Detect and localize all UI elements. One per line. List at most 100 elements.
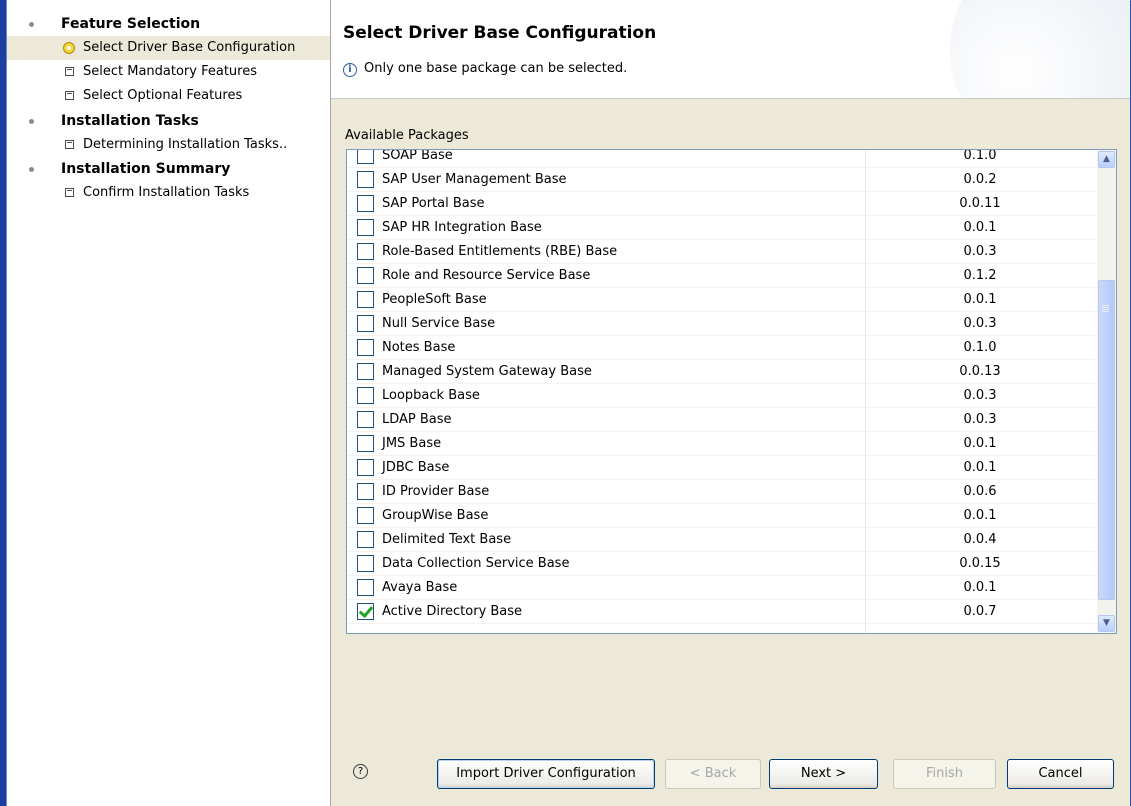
table-row[interactable]: SAP User Management Base 0.0.2 bbox=[347, 168, 1097, 192]
package-version: 0.0.3 bbox=[963, 412, 997, 427]
package-checkbox[interactable] bbox=[357, 150, 374, 164]
nav-group-title: Installation Summary bbox=[61, 161, 231, 177]
package-checkbox[interactable] bbox=[357, 435, 374, 452]
package-name: GroupWise Base bbox=[382, 508, 489, 523]
package-checkbox[interactable] bbox=[357, 387, 374, 404]
scrollbar-grip bbox=[1102, 305, 1109, 306]
table-row[interactable]: SAP Portal Base 0.0.11 bbox=[347, 192, 1097, 216]
package-version: 0.1.0 bbox=[963, 149, 997, 163]
import-driver-configuration-button[interactable]: Import Driver Configuration bbox=[437, 759, 655, 789]
nav-group-installation-summary[interactable]: Installation Summary bbox=[7, 157, 330, 181]
package-name: Role-Based Entitlements (RBE) Base bbox=[382, 244, 618, 259]
package-name: Data Collection Service Base bbox=[382, 556, 570, 571]
table-row[interactable]: JDBC Base 0.0.1 bbox=[347, 456, 1097, 480]
package-name: Role and Resource Service Base bbox=[382, 268, 591, 283]
nav-item-select-mandatory-features[interactable]: Select Mandatory Features bbox=[7, 60, 330, 84]
table-row[interactable]: ID Provider Base 0.0.6 bbox=[347, 480, 1097, 504]
scroll-up-icon[interactable]: ▲ bbox=[1098, 151, 1115, 168]
package-version: 0.0.1 bbox=[963, 460, 997, 475]
package-name: Null Service Base bbox=[382, 316, 496, 331]
nav-item-select-optional-features[interactable]: Select Optional Features bbox=[7, 84, 330, 108]
package-checkbox[interactable] bbox=[357, 243, 374, 260]
page-title: Select Driver Base Configuration bbox=[343, 23, 657, 43]
nav-item-select-driver-base-configuration[interactable]: Select Driver Base Configuration bbox=[7, 36, 330, 60]
package-checkbox[interactable] bbox=[357, 195, 374, 212]
package-name: Active Directory Base bbox=[382, 604, 523, 619]
table-row[interactable]: GroupWise Base 0.0.1 bbox=[347, 504, 1097, 528]
table-row[interactable]: Role and Resource Service Base 0.1.2 bbox=[347, 264, 1097, 288]
table-row[interactable]: Data Collection Service Base 0.0.15 bbox=[347, 552, 1097, 576]
table-row[interactable]: Managed System Gateway Base 0.0.13 bbox=[347, 360, 1097, 384]
next-button[interactable]: Next > bbox=[769, 759, 878, 789]
package-version: 0.0.4 bbox=[963, 532, 997, 547]
wizard-nav-tree: Feature Selection Select Driver Base Con… bbox=[7, 0, 331, 806]
package-version: 0.0.11 bbox=[959, 196, 1001, 211]
package-name: JDBC Base bbox=[382, 460, 450, 475]
package-checkbox[interactable] bbox=[357, 267, 374, 284]
empty-row bbox=[347, 624, 1097, 633]
package-checkbox[interactable] bbox=[357, 291, 374, 308]
package-checkbox[interactable] bbox=[357, 555, 374, 572]
finish-button[interactable]: Finish bbox=[893, 759, 996, 789]
nav-group-feature-selection[interactable]: Feature Selection bbox=[7, 12, 330, 36]
table-row[interactable]: Delimited Text Base 0.0.4 bbox=[347, 528, 1097, 552]
package-checkbox[interactable] bbox=[357, 171, 374, 188]
table-row[interactable]: Role-Based Entitlements (RBE) Base 0.0.3 bbox=[347, 240, 1097, 264]
cancel-button[interactable]: Cancel bbox=[1007, 759, 1114, 789]
package-checkbox[interactable] bbox=[357, 603, 374, 620]
table-row[interactable]: SAP HR Integration Base 0.0.1 bbox=[347, 216, 1097, 240]
package-version: 0.0.1 bbox=[963, 292, 997, 307]
package-checkbox[interactable] bbox=[357, 483, 374, 500]
info-icon: i bbox=[343, 63, 357, 77]
page-icon bbox=[65, 188, 74, 197]
table-row[interactable]: Loopback Base 0.0.3 bbox=[347, 384, 1097, 408]
nav-item-label: Select Driver Base Configuration bbox=[83, 40, 296, 55]
nav-group-title: Installation Tasks bbox=[61, 113, 199, 129]
package-checkbox[interactable] bbox=[357, 579, 374, 596]
package-name: SOAP Base bbox=[382, 149, 453, 163]
package-checkbox[interactable] bbox=[357, 219, 374, 236]
packages-table[interactable]: SOAP Base 0.1.0 SAP User Management Base 0.… bbox=[346, 149, 1117, 634]
scroll-down-icon[interactable]: ▼ bbox=[1098, 615, 1115, 632]
table-row[interactable]: SOAP Base 0.1.0 bbox=[347, 149, 1097, 168]
table-row[interactable]: JMS Base 0.0.1 bbox=[347, 432, 1097, 456]
package-version: 0.0.15 bbox=[959, 556, 1001, 571]
package-checkbox[interactable] bbox=[357, 339, 374, 356]
table-row[interactable]: LDAP Base 0.0.3 bbox=[347, 408, 1097, 432]
package-checkbox[interactable] bbox=[357, 411, 374, 428]
group-bullet-icon bbox=[29, 167, 34, 172]
package-name: PeopleSoft Base bbox=[382, 292, 487, 307]
table-row[interactable]: PeopleSoft Base 0.0.1 bbox=[347, 288, 1097, 312]
package-checkbox[interactable] bbox=[357, 531, 374, 548]
package-version: 0.1.0 bbox=[963, 340, 997, 355]
package-name: SAP User Management Base bbox=[382, 172, 567, 187]
table-row[interactable]: Avaya Base 0.0.1 bbox=[347, 576, 1097, 600]
package-version: 0.0.7 bbox=[963, 604, 997, 619]
package-version: 0.0.1 bbox=[963, 580, 997, 595]
group-bullet-icon bbox=[29, 22, 34, 27]
nav-group-title: Feature Selection bbox=[61, 16, 201, 32]
package-checkbox[interactable] bbox=[357, 363, 374, 380]
table-row[interactable]: Notes Base 0.1.0 bbox=[347, 336, 1097, 360]
page-icon bbox=[65, 67, 74, 76]
package-version: 0.0.1 bbox=[963, 508, 997, 523]
package-name: Notes Base bbox=[382, 340, 456, 355]
nav-group-installation-tasks[interactable]: Installation Tasks bbox=[7, 109, 330, 133]
package-name: SAP HR Integration Base bbox=[382, 220, 542, 235]
package-checkbox[interactable] bbox=[357, 507, 374, 524]
page-icon bbox=[65, 91, 74, 100]
vertical-scrollbar[interactable]: ▲ ▼ bbox=[1097, 150, 1116, 633]
nav-item-determining-installation-tasks[interactable]: Determining Installation Tasks.. bbox=[7, 133, 330, 157]
nav-item-confirm-installation-tasks[interactable]: Confirm Installation Tasks bbox=[7, 181, 330, 205]
header-decoration bbox=[950, 0, 1130, 98]
table-row[interactable]: Null Service Base 0.0.3 bbox=[347, 312, 1097, 336]
scrollbar-thumb[interactable] bbox=[1098, 280, 1115, 600]
package-name: Delimited Text Base bbox=[382, 532, 512, 547]
package-version: 0.0.3 bbox=[963, 316, 997, 331]
nav-item-label: Confirm Installation Tasks bbox=[83, 185, 250, 200]
package-checkbox[interactable] bbox=[357, 459, 374, 476]
table-row[interactable]: Active Directory Base 0.0.7 bbox=[347, 600, 1097, 624]
help-icon[interactable]: ? bbox=[353, 764, 368, 779]
back-button[interactable]: < Back bbox=[665, 759, 761, 789]
package-checkbox[interactable] bbox=[357, 315, 374, 332]
